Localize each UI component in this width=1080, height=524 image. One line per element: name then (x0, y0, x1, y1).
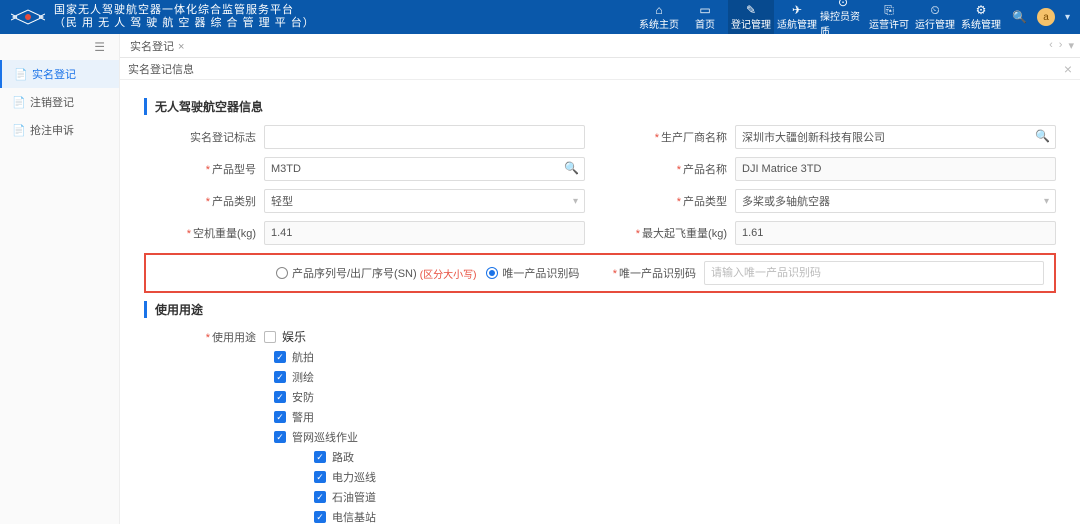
usage-item[interactable]: 娱乐 (264, 328, 306, 345)
checkbox[interactable] (274, 411, 286, 423)
label-product-category: 产品类别 (144, 193, 264, 209)
usage-item[interactable]: 警用 (274, 409, 1056, 425)
tab-next-icon[interactable]: › (1059, 39, 1063, 52)
usage-item[interactable]: 电信基站 (314, 509, 1056, 524)
avatar[interactable]: a (1037, 8, 1055, 26)
close-icon[interactable]: × (1064, 61, 1072, 77)
checkbox[interactable] (274, 351, 286, 363)
tab-prev-icon[interactable]: ‹ (1049, 39, 1053, 52)
empty-weight-input (264, 221, 585, 245)
section-aircraft-info: 无人驾驶航空器信息 (144, 98, 1056, 115)
label-usage: 使用用途 (144, 329, 264, 345)
subtitle-bar: 实名登记信息 × (120, 58, 1080, 80)
usage-item[interactable]: 航拍 (274, 349, 1056, 365)
radio-uid[interactable]: 唯一产品识别码 (486, 265, 579, 281)
usage-item[interactable]: 安防 (274, 389, 1056, 405)
search-icon[interactable]: 🔍 (1012, 10, 1027, 24)
sidebar: ☰ 📄实名登记📄注销登记📄抢注申诉 (0, 34, 120, 524)
checkbox[interactable] (274, 391, 286, 403)
dropdown-icon[interactable]: ▾ (1065, 12, 1070, 23)
doc-icon: 📄 (14, 68, 26, 81)
nav-item[interactable]: ⊙操控员资质 (820, 0, 866, 34)
app-header: 国家无人驾驶航空器一体化综合监管服务平台 （民 用 无 人 驾 驶 航 空 器 … (0, 0, 1080, 34)
brand-title: 国家无人驾驶航空器一体化综合监管服务平台 （民 用 无 人 驾 驶 航 空 器 … (54, 4, 315, 30)
nav-icon: ▭ (699, 4, 710, 16)
nav-icon: ⊙ (838, 0, 848, 8)
usage-item[interactable]: 电力巡线 (314, 469, 1056, 485)
nav-icon: ⎘ (884, 4, 894, 16)
checkbox[interactable] (274, 371, 286, 383)
search-icon[interactable]: 🔍 (1035, 129, 1050, 143)
reg-flag-input[interactable] (264, 125, 585, 149)
nav-item[interactable]: ⚙系统管理 (958, 0, 1004, 34)
nav-item[interactable]: ⎘运营许可 (866, 0, 912, 34)
label-empty-weight: 空机重量(kg) (144, 225, 264, 241)
usage-item[interactable]: 路政 (314, 449, 1056, 465)
radio-sn[interactable]: 产品序列号/出厂序号(SN) (区分大小写) (276, 265, 476, 281)
sidebar-item[interactable]: 📄实名登记 (0, 60, 119, 88)
doc-icon: 📄 (12, 96, 24, 109)
nav-item[interactable]: ▭首页 (682, 0, 728, 34)
product-class-select[interactable]: 多桨或多轴航空器▾ (735, 189, 1056, 213)
nav-icon: ⏲ (930, 4, 939, 16)
content: 实名登记× ‹ › ▾ 实名登记信息 × 无人驾驶航空器信息 实名登记标志 生产… (120, 34, 1080, 524)
nav-item[interactable]: ✈适航管理 (774, 0, 820, 34)
usage-item[interactable]: 测绘 (274, 369, 1056, 385)
label-mtow: 最大起飞重量(kg) (615, 225, 735, 241)
usage-item[interactable]: 管网巡线作业 (274, 429, 1056, 445)
nav-icon: ⚙ (976, 4, 987, 16)
top-nav: ⌂系统主页▭首页✎登记管理✈适航管理⊙操控员资质⎘运营许可⏲运行管理⚙系统管理 (636, 0, 1004, 34)
search-icon[interactable]: 🔍 (564, 161, 579, 175)
label-model: 产品型号 (144, 161, 264, 177)
chevron-down-icon: ▾ (573, 196, 578, 207)
nav-item[interactable]: ⏲运行管理 (912, 0, 958, 34)
checkbox[interactable] (274, 431, 286, 443)
mtow-input (735, 221, 1056, 245)
usage-item[interactable]: 石油管道 (314, 489, 1056, 505)
logo-icon (10, 6, 46, 28)
nav-item[interactable]: ⌂系统主页 (636, 0, 682, 34)
label-product-name: 产品名称 (615, 161, 735, 177)
doc-icon: 📄 (12, 124, 24, 137)
nav-icon: ⌂ (655, 4, 662, 16)
nav-icon: ✈ (792, 4, 802, 16)
product-category-select[interactable]: 轻型▾ (264, 189, 585, 213)
label-manufacturer: 生产厂商名称 (615, 129, 735, 145)
label-reg-flag: 实名登记标志 (144, 129, 264, 145)
tab-realname[interactable]: 实名登记× (126, 38, 188, 54)
checkbox[interactable] (264, 331, 276, 343)
tabbar: 实名登记× ‹ › ▾ (120, 34, 1080, 58)
checkbox[interactable] (314, 511, 326, 523)
manufacturer-input[interactable] (735, 125, 1056, 149)
sidebar-item[interactable]: 📄抢注申诉 (0, 116, 119, 144)
model-input[interactable] (264, 157, 585, 181)
checkbox[interactable] (314, 471, 326, 483)
label-product-class: 产品类型 (615, 193, 735, 209)
checkbox[interactable] (314, 491, 326, 503)
highlight-identifier-box: 产品序列号/出厂序号(SN) (区分大小写) 唯一产品识别码 唯一产品识别码 (144, 253, 1056, 293)
tab-menu-icon[interactable]: ▾ (1068, 39, 1074, 52)
label-uid: 唯一产品识别码 (584, 265, 704, 281)
close-icon[interactable]: × (178, 41, 184, 53)
section-usage: 使用用途 (144, 301, 1056, 318)
sidebar-toggle-icon[interactable]: ☰ (0, 34, 119, 60)
checkbox[interactable] (314, 451, 326, 463)
sidebar-item[interactable]: 📄注销登记 (0, 88, 119, 116)
nav-item[interactable]: ✎登记管理 (728, 0, 774, 34)
product-name-input (735, 157, 1056, 181)
chevron-down-icon: ▾ (1044, 196, 1049, 207)
uid-input[interactable] (704, 261, 1044, 285)
nav-icon: ✎ (746, 4, 756, 16)
